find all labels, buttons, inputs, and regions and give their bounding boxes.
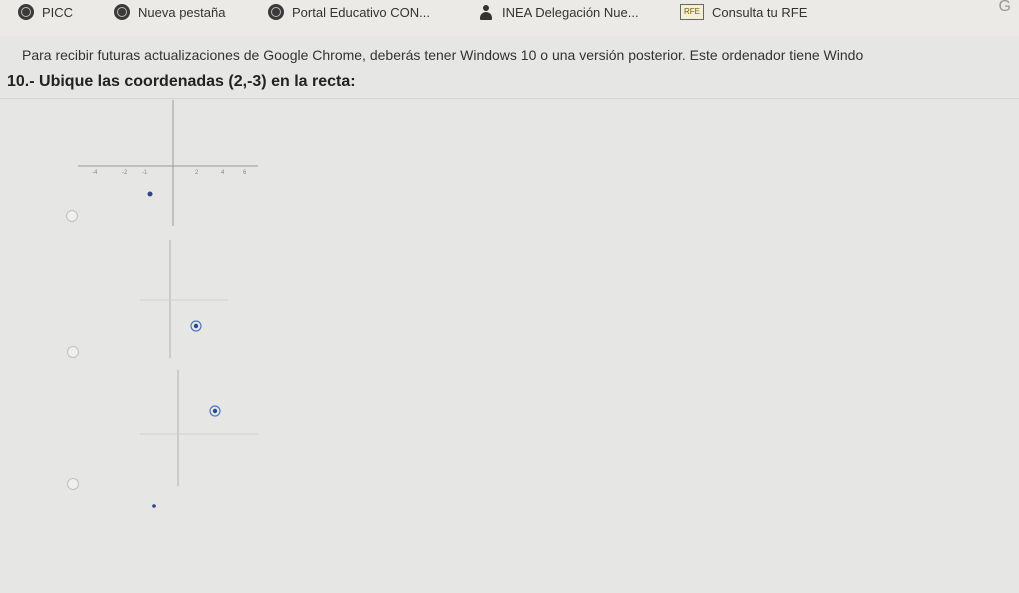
bookmark-picc[interactable]: PICC <box>18 4 73 20</box>
globe-icon <box>114 4 130 20</box>
google-icon: G <box>998 0 1011 15</box>
option-c-plot <box>140 370 258 508</box>
globe-icon <box>18 4 34 20</box>
option-b-graph <box>140 236 230 360</box>
option-c-radio[interactable] <box>67 478 79 490</box>
option-b-plot <box>140 240 228 358</box>
plotted-point <box>212 408 218 414</box>
option-a-graph: -4 -2 -1 2 4 6 <box>78 100 263 228</box>
tick-label: -2 <box>122 170 128 176</box>
bookmark-consulta-rfe[interactable]: RFE Consulta tu RFE <box>680 4 807 20</box>
bookmark-label: Consulta tu RFE <box>712 4 808 20</box>
option-a-radio[interactable] <box>66 210 78 222</box>
question-title: 10.- Ubique las coordenadas (2,-3) en la… <box>7 73 356 90</box>
bookmark-inea[interactable]: INEA Delegación Nue... <box>478 4 639 20</box>
infobar-text: Para recibir futuras actualizaciones de … <box>22 47 864 63</box>
bookmark-nueva-pestana[interactable]: Nueva pestaña <box>114 4 225 20</box>
rfe-icon: RFE <box>680 4 704 20</box>
plotted-point <box>193 323 199 329</box>
bookmark-label: PICC <box>42 4 74 20</box>
person-icon <box>478 4 494 20</box>
bookmark-portal-educativo[interactable]: Portal Educativo CON... <box>268 4 430 20</box>
tick-label: -4 <box>92 170 98 176</box>
plotted-point <box>152 504 156 508</box>
option-b-radio[interactable] <box>67 346 79 358</box>
tick-label: 6 <box>243 170 247 176</box>
tick-label: 2 <box>195 170 199 176</box>
bookmarks-bar: PICC Nueva pestaña Portal Educativo CON.… <box>0 0 1019 36</box>
bookmark-label: INEA Delegación Nue... <box>502 4 639 20</box>
update-infobar: Para recibir futuras actualizaciones de … <box>0 40 1019 70</box>
option-a-plot: -4 -2 -1 2 4 6 <box>78 100 258 226</box>
bookmark-label: Portal Educativo CON... <box>292 4 430 20</box>
globe-icon <box>268 4 284 20</box>
tick-label: 4 <box>221 170 225 176</box>
option-c-graph <box>140 368 260 593</box>
plotted-point <box>147 191 153 197</box>
bookmark-label: Nueva pestaña <box>138 4 226 20</box>
tick-label: -1 <box>142 170 148 176</box>
divider <box>0 98 1019 99</box>
